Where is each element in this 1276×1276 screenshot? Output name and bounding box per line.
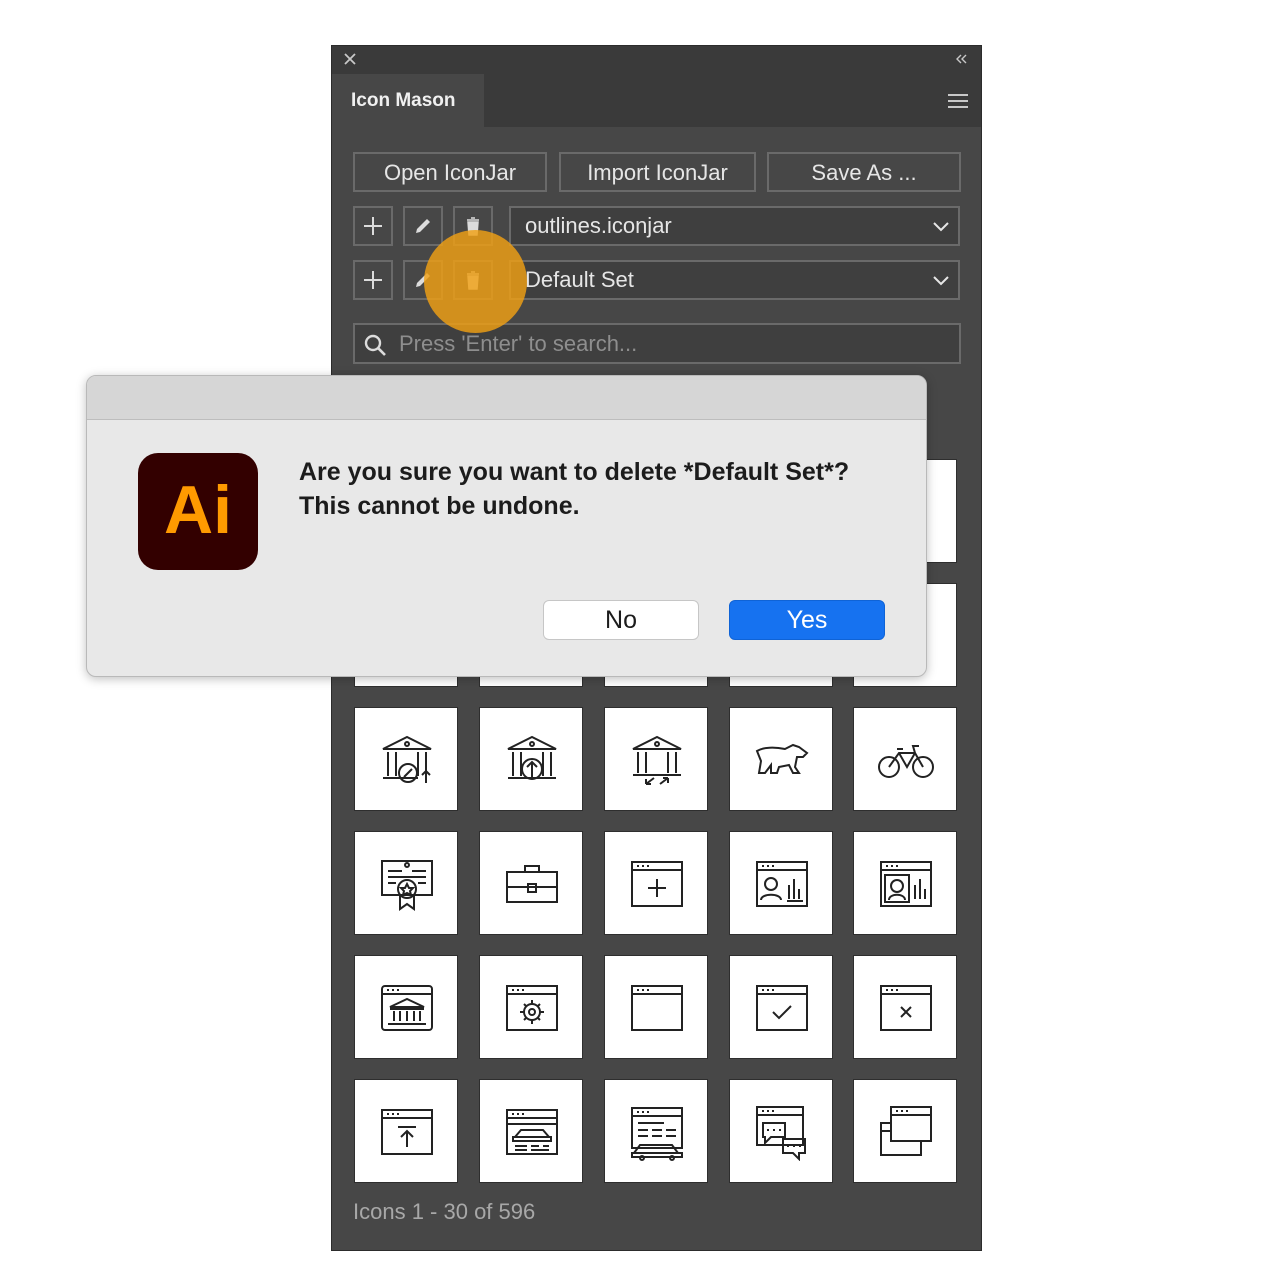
set-select-value: Default Set	[525, 267, 634, 292]
bank-transfer-icon	[632, 735, 682, 785]
browser-check-icon	[756, 985, 808, 1031]
browser-user-chart-alt-icon	[880, 861, 932, 907]
plus-icon	[364, 271, 382, 289]
click-highlight	[424, 230, 527, 333]
collapse-icon[interactable]	[953, 52, 969, 66]
bear-icon	[755, 743, 809, 774]
set-select[interactable]: Default Set	[509, 260, 960, 300]
library-select[interactable]: outlines.iconjar	[509, 206, 960, 246]
icon-tile[interactable]	[853, 831, 957, 935]
certificate-icon	[381, 860, 433, 911]
bank-upload-icon	[507, 735, 557, 780]
tab-icon-mason[interactable]: Icon Mason	[332, 74, 484, 127]
browser-car-list-icon	[631, 1107, 683, 1161]
tab-bar: Icon Mason	[332, 74, 981, 127]
icon-tile[interactable]	[479, 707, 583, 811]
bicycle-icon	[878, 745, 934, 778]
pagination-status: Icons 1 - 30 of 596	[353, 1199, 536, 1224]
yes-button[interactable]: Yes	[729, 600, 885, 640]
save-as-button[interactable]: Save As ...	[767, 152, 961, 192]
icon-tile[interactable]	[354, 955, 458, 1059]
add-set-button[interactable]	[353, 260, 393, 300]
plus-icon	[364, 217, 382, 235]
panel-menu-icon[interactable]	[947, 93, 969, 109]
chevron-down-icon	[933, 276, 949, 286]
dialog-message: Are you sure you want to delete *Default…	[299, 458, 850, 520]
icon-tile[interactable]	[853, 1079, 957, 1183]
icon-tile[interactable]	[729, 707, 833, 811]
briefcase-icon	[506, 865, 558, 903]
browser-user-chart-icon	[756, 861, 808, 907]
search-box	[353, 323, 961, 364]
close-icon[interactable]	[342, 51, 358, 67]
browser-car-icon	[506, 1109, 558, 1155]
browser-upload-icon	[381, 1109, 433, 1155]
icon-tile[interactable]	[354, 1079, 458, 1183]
browser-add-icon	[631, 861, 683, 907]
icon-tile[interactable]	[729, 831, 833, 935]
add-library-button[interactable]	[353, 206, 393, 246]
icon-tile[interactable]	[604, 831, 708, 935]
icon-tile[interactable]	[604, 1079, 708, 1183]
browser-bank-icon	[381, 985, 433, 1031]
icon-tile[interactable]	[853, 707, 957, 811]
browser-icon	[631, 985, 683, 1031]
icon-tile[interactable]	[354, 831, 458, 935]
dialog-title-bar	[87, 376, 926, 420]
icon-tile[interactable]	[604, 955, 708, 1059]
icon-tile[interactable]	[729, 955, 833, 1059]
app-icon-label: Ai	[164, 472, 232, 548]
icon-tile[interactable]	[354, 707, 458, 811]
icon-tile[interactable]	[479, 1079, 583, 1183]
search-input[interactable]	[397, 329, 941, 359]
icon-tile[interactable]	[853, 955, 957, 1059]
browser-windows-icon	[880, 1106, 932, 1156]
library-select-value: outlines.iconjar	[525, 213, 672, 238]
browser-chat-icon	[756, 1106, 806, 1161]
pencil-icon	[416, 219, 430, 233]
browser-close-icon	[880, 985, 932, 1031]
icon-tile[interactable]	[729, 1079, 833, 1183]
illustrator-app-icon: Ai	[138, 453, 258, 570]
icon-tile[interactable]	[479, 955, 583, 1059]
panel-title-bar	[332, 46, 981, 74]
icon-tile[interactable]	[604, 707, 708, 811]
no-button[interactable]: No	[543, 600, 699, 640]
icon-tile[interactable]	[479, 831, 583, 935]
browser-settings-icon	[506, 985, 558, 1031]
import-iconjar-button[interactable]: Import IconJar	[559, 152, 756, 192]
edit-library-button[interactable]	[403, 206, 443, 246]
chevron-down-icon	[933, 222, 949, 232]
confirm-delete-dialog: Ai Are you sure you want to delete *Defa…	[86, 375, 927, 677]
open-iconjar-button[interactable]: Open IconJar	[353, 152, 547, 192]
bank-percent-icon	[382, 735, 432, 783]
search-icon	[364, 334, 386, 356]
